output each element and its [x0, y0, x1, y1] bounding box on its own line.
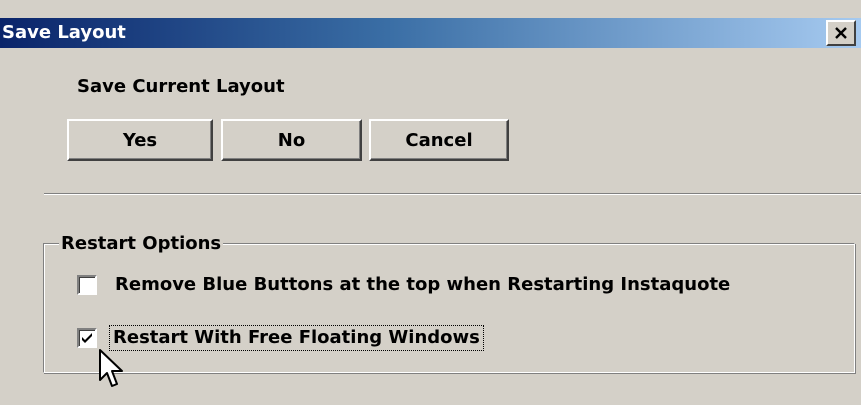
free-floating-windows-label[interactable]: Restart With Free Floating Windows	[109, 325, 484, 351]
checkmark-icon	[82, 333, 92, 343]
separator-line	[44, 193, 861, 195]
yes-button[interactable]: Yes	[67, 119, 213, 161]
restart-options-legend: Restart Options	[59, 233, 224, 254]
mouse-pointer-icon	[99, 349, 123, 387]
free-floating-windows-option[interactable]: Restart With Free Floating Windows	[77, 325, 484, 351]
title-bar[interactable]: Save Layout	[0, 18, 861, 48]
free-floating-windows-checkbox[interactable]	[77, 328, 97, 348]
remove-blue-buttons-label[interactable]: Remove Blue Buttons at the top when Rest…	[115, 274, 730, 296]
save-layout-dialog: Save Layout Save Current Layout Yes No C…	[0, 0, 861, 405]
close-icon	[835, 27, 847, 39]
window-title: Save Layout	[2, 22, 126, 43]
remove-blue-buttons-checkbox[interactable]	[77, 275, 97, 295]
no-button[interactable]: No	[221, 119, 362, 161]
save-current-layout-heading: Save Current Layout	[77, 76, 285, 97]
close-button[interactable]	[826, 20, 856, 46]
restart-options-group	[43, 243, 855, 373]
remove-blue-buttons-option[interactable]: Remove Blue Buttons at the top when Rest…	[77, 273, 730, 297]
cancel-button[interactable]: Cancel	[369, 119, 509, 161]
